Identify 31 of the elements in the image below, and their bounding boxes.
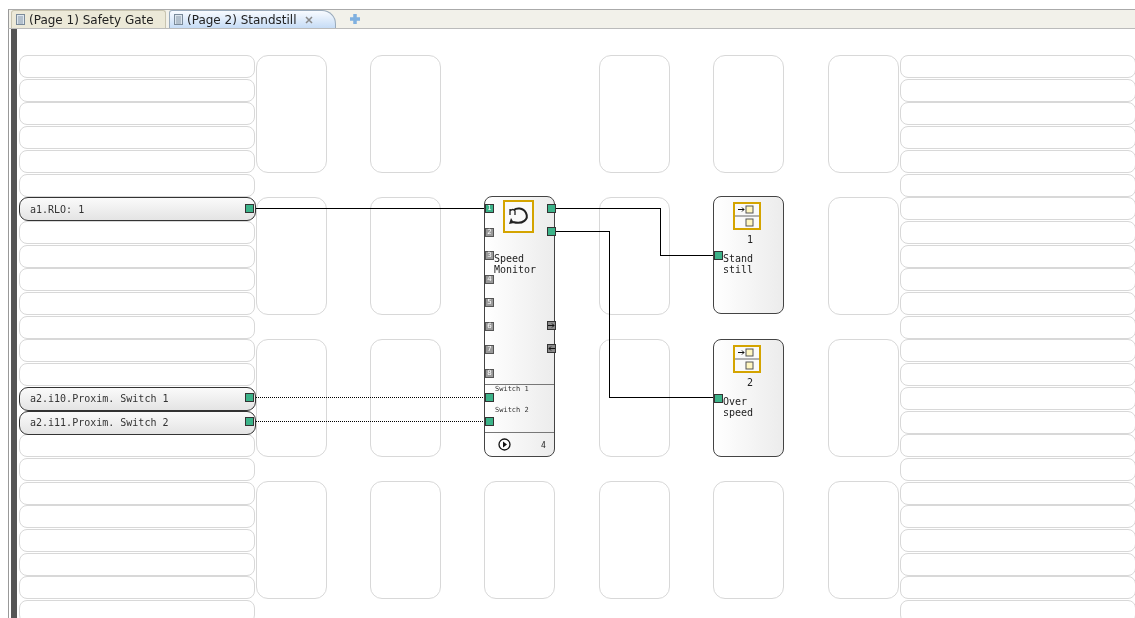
output-label: Stand still [723, 253, 755, 275]
output-icon [733, 345, 761, 373]
output-element[interactable] [713, 196, 784, 314]
output-port-icon[interactable] [547, 204, 556, 213]
document-icon [16, 14, 25, 25]
block-number: 4 [541, 440, 546, 451]
output-label: Over speed [723, 396, 755, 418]
connector-pin[interactable] [485, 417, 494, 426]
output-port-icon[interactable] [547, 344, 556, 353]
connector-pin[interactable] [245, 417, 254, 426]
output-number: 2 [747, 377, 754, 388]
output-port-icon[interactable] [547, 227, 556, 236]
play-icon[interactable] [498, 438, 511, 451]
output-element[interactable] [713, 339, 784, 457]
page-tab[interactable]: (Page 2) Standstill [169, 10, 336, 28]
block-title: Speed Monitor [494, 253, 538, 275]
input-element[interactable]: a1.RLO: 1 [19, 197, 256, 222]
connector-pin[interactable] [714, 251, 723, 260]
connector-pin[interactable] [485, 393, 494, 402]
input-element[interactable]: a2.i11.Proxim. Switch 2 [19, 410, 256, 435]
output-port-icon[interactable] [547, 321, 556, 330]
page-tab[interactable]: (Page 1) Safety Gate [11, 10, 166, 28]
connector-pin[interactable] [714, 394, 723, 403]
close-icon[interactable] [304, 15, 313, 24]
output-number: 1 [747, 234, 754, 245]
document-icon [174, 14, 183, 25]
speed-monitor-icon [503, 200, 534, 233]
connector-pin[interactable] [245, 204, 254, 213]
input-element[interactable]: a2.i10.Proxim. Switch 1 [19, 386, 256, 411]
connector-pin[interactable] [245, 393, 254, 402]
output-icon [733, 202, 761, 230]
